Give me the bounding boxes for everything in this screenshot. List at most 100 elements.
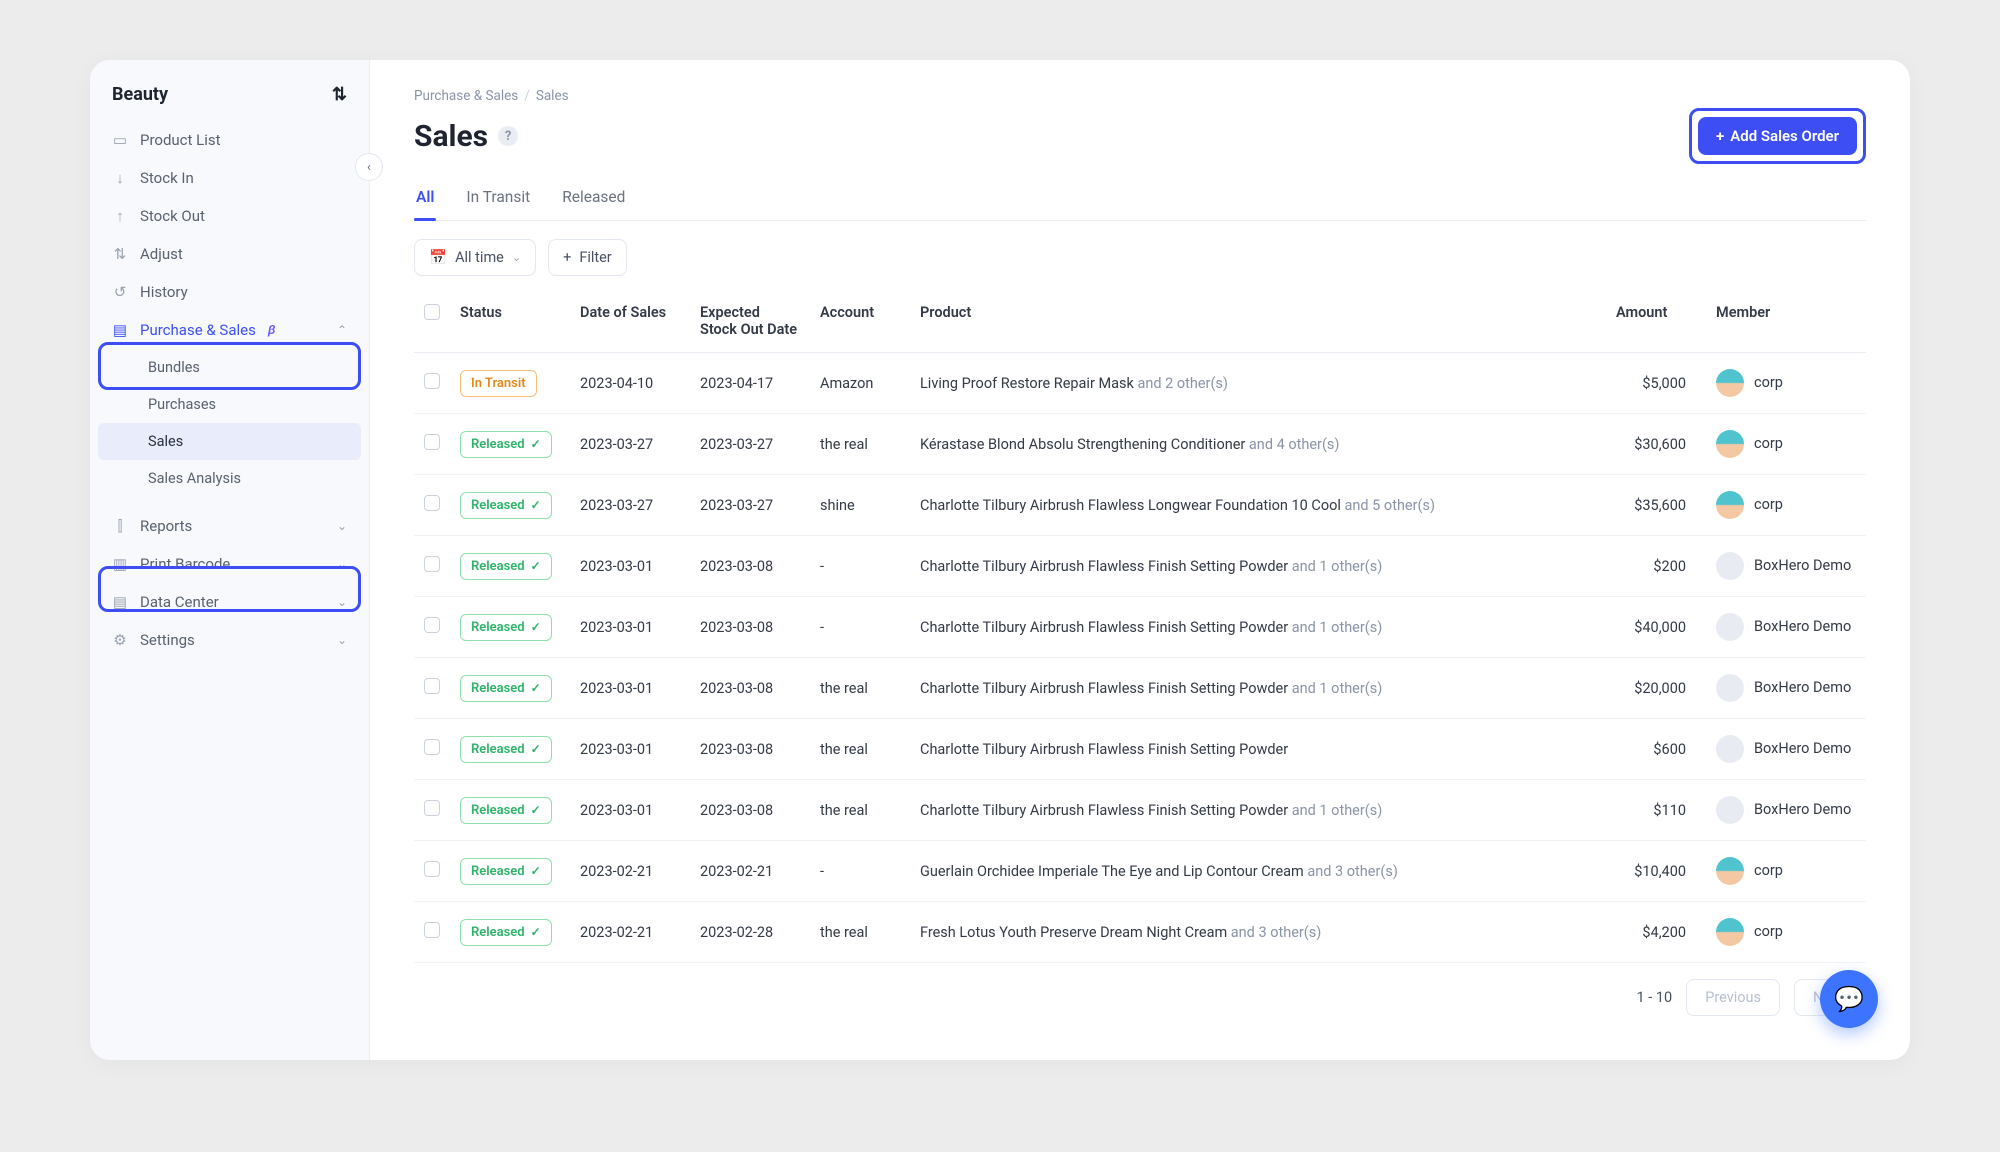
member-cell: BoxHero Demo [1706, 658, 1866, 719]
col-product: Product [910, 294, 1606, 353]
expected-date: 2023-03-08 [690, 658, 810, 719]
nav-sales[interactable]: Sales [98, 423, 361, 460]
account-cell: the real [810, 780, 910, 841]
expected-date: 2023-02-21 [690, 841, 810, 902]
nav-purchase-sales[interactable]: ▤Purchase & Salesβ⌃ [90, 311, 369, 349]
row-checkbox[interactable] [424, 495, 440, 511]
amount-cell: $600 [1606, 719, 1706, 780]
date-of-sales: 2023-03-27 [570, 414, 690, 475]
help-icon[interactable]: ? [498, 126, 518, 146]
page-range: 1 - 10 [1637, 989, 1673, 1006]
row-checkbox[interactable] [424, 861, 440, 877]
add-filter-button[interactable]: + Filter [548, 239, 627, 276]
table-row[interactable]: Released2023-03-272023-03-27the realKéra… [414, 414, 1866, 475]
expected-date: 2023-03-08 [690, 536, 810, 597]
chevron-down-icon: ⌄ [337, 519, 347, 533]
expected-date: 2023-03-27 [690, 475, 810, 536]
amount-cell: $40,000 [1606, 597, 1706, 658]
time-range-select[interactable]: 📅 All time ⌄ [414, 239, 536, 276]
row-checkbox[interactable] [424, 678, 440, 694]
expected-date: 2023-03-08 [690, 597, 810, 658]
nav-print-barcode[interactable]: ▥Print Barcode⌄ [90, 545, 369, 583]
nav-settings[interactable]: ⚙Settings⌄ [90, 621, 369, 659]
member-cell: BoxHero Demo [1706, 536, 1866, 597]
select-all-checkbox[interactable] [424, 304, 440, 320]
nav-data-center[interactable]: ▤Data Center⌄ [90, 583, 369, 621]
avatar [1716, 735, 1744, 763]
status-badge: Released [460, 736, 552, 763]
app-window: Beauty ⇅ ▭Product List ↓Stock In ↑Stock … [90, 60, 1910, 1060]
product-cell: Guerlain Orchidee Imperiale The Eye and … [910, 841, 1606, 902]
purchase-icon: ▤ [112, 321, 128, 339]
collapse-sidebar-button[interactable]: ‹ [355, 153, 383, 181]
filter-bar: 📅 All time ⌄ + Filter [414, 221, 1866, 294]
row-checkbox[interactable] [424, 556, 440, 572]
reports-icon: ⫿ [112, 517, 128, 535]
table-row[interactable]: Released2023-02-212023-02-28the realFres… [414, 902, 1866, 963]
row-checkbox[interactable] [424, 617, 440, 633]
sidebar: Beauty ⇅ ▭Product List ↓Stock In ↑Stock … [90, 60, 370, 1060]
main-content: Purchase & Sales/Sales Sales ? + Add Sal… [370, 60, 1910, 1060]
table-row[interactable]: Released2023-03-012023-03-08-Charlotte T… [414, 597, 1866, 658]
table-row[interactable]: Released 2023-03-012023-03-08-Charlotte T… [414, 536, 1866, 597]
table-row[interactable]: Released2023-03-012023-03-08the realChar… [414, 658, 1866, 719]
expected-date: 2023-04-17 [690, 353, 810, 414]
status-badge: Released [460, 492, 552, 519]
nav-bundles[interactable]: Bundles [90, 349, 369, 386]
team-selector[interactable]: Beauty ⇅ [90, 84, 369, 121]
pagination: 1 - 10 Previous Next [414, 963, 1866, 1032]
row-checkbox[interactable] [424, 373, 440, 389]
date-of-sales: 2023-03-01 [570, 658, 690, 719]
date-of-sales: 2023-03-01 [570, 536, 690, 597]
plus-icon: + [1716, 127, 1724, 145]
table-row[interactable]: Released2023-03-272023-03-27shineCharlot… [414, 475, 1866, 536]
row-checkbox[interactable] [424, 739, 440, 755]
amount-cell: $5,000 [1606, 353, 1706, 414]
col-account: Account [810, 294, 910, 353]
breadcrumb-root[interactable]: Purchase & Sales [414, 88, 518, 104]
expected-date: 2023-03-08 [690, 719, 810, 780]
page-title: Sales ? [414, 119, 518, 154]
status-badge: Released [460, 919, 552, 946]
status-badge: Released [460, 553, 552, 580]
nav-stock-in[interactable]: ↓Stock In [90, 159, 369, 197]
nav-adjust[interactable]: ⇅Adjust [90, 235, 369, 273]
chat-fab[interactable]: 💬 [1820, 970, 1878, 1028]
product-cell: Charlotte Tilbury Airbrush Flawless Fini… [910, 536, 1606, 597]
barcode-icon: ▥ [112, 555, 128, 573]
avatar [1716, 369, 1744, 397]
amount-cell: $200 [1606, 536, 1706, 597]
date-of-sales: 2023-03-27 [570, 475, 690, 536]
add-sales-order-button[interactable]: + Add Sales Order [1698, 117, 1857, 155]
nav-reports[interactable]: ⫿Reports⌄ [90, 507, 369, 545]
account-cell: the real [810, 414, 910, 475]
tab-released[interactable]: Released [560, 178, 627, 220]
avatar [1716, 918, 1744, 946]
chevron-down-icon: ⌄ [337, 557, 347, 571]
row-checkbox[interactable] [424, 434, 440, 450]
nav-stock-out[interactable]: ↑Stock Out [90, 197, 369, 235]
box-icon: ▭ [112, 131, 128, 149]
account-cell: the real [810, 902, 910, 963]
table-row[interactable]: Released2023-02-212023-02-21-Guerlain Or… [414, 841, 1866, 902]
prev-page-button[interactable]: Previous [1686, 979, 1780, 1016]
nav-history[interactable]: ↺History [90, 273, 369, 311]
chevron-down-icon: ⌄ [512, 251, 521, 264]
account-cell: - [810, 536, 910, 597]
row-checkbox[interactable] [424, 922, 440, 938]
down-arrow-icon: ↓ [112, 169, 128, 187]
tab-all[interactable]: All [414, 178, 436, 220]
nav-sales-analysis[interactable]: Sales Analysis [90, 460, 369, 497]
nav-purchases[interactable]: Purchases [90, 386, 369, 423]
tab-in-transit[interactable]: In Transit [464, 178, 532, 220]
table-row[interactable]: Released2023-03-012023-03-08the realChar… [414, 719, 1866, 780]
account-cell: the real [810, 719, 910, 780]
team-name: Beauty [112, 84, 168, 105]
date-of-sales: 2023-03-01 [570, 597, 690, 658]
history-icon: ↺ [112, 283, 128, 301]
date-of-sales: 2023-03-01 [570, 719, 690, 780]
nav-product-list[interactable]: ▭Product List [90, 121, 369, 159]
table-row[interactable]: In Transit2023-04-102023-04-17AmazonLivi… [414, 353, 1866, 414]
table-row[interactable]: Released2023-03-012023-03-08the realChar… [414, 780, 1866, 841]
row-checkbox[interactable] [424, 800, 440, 816]
